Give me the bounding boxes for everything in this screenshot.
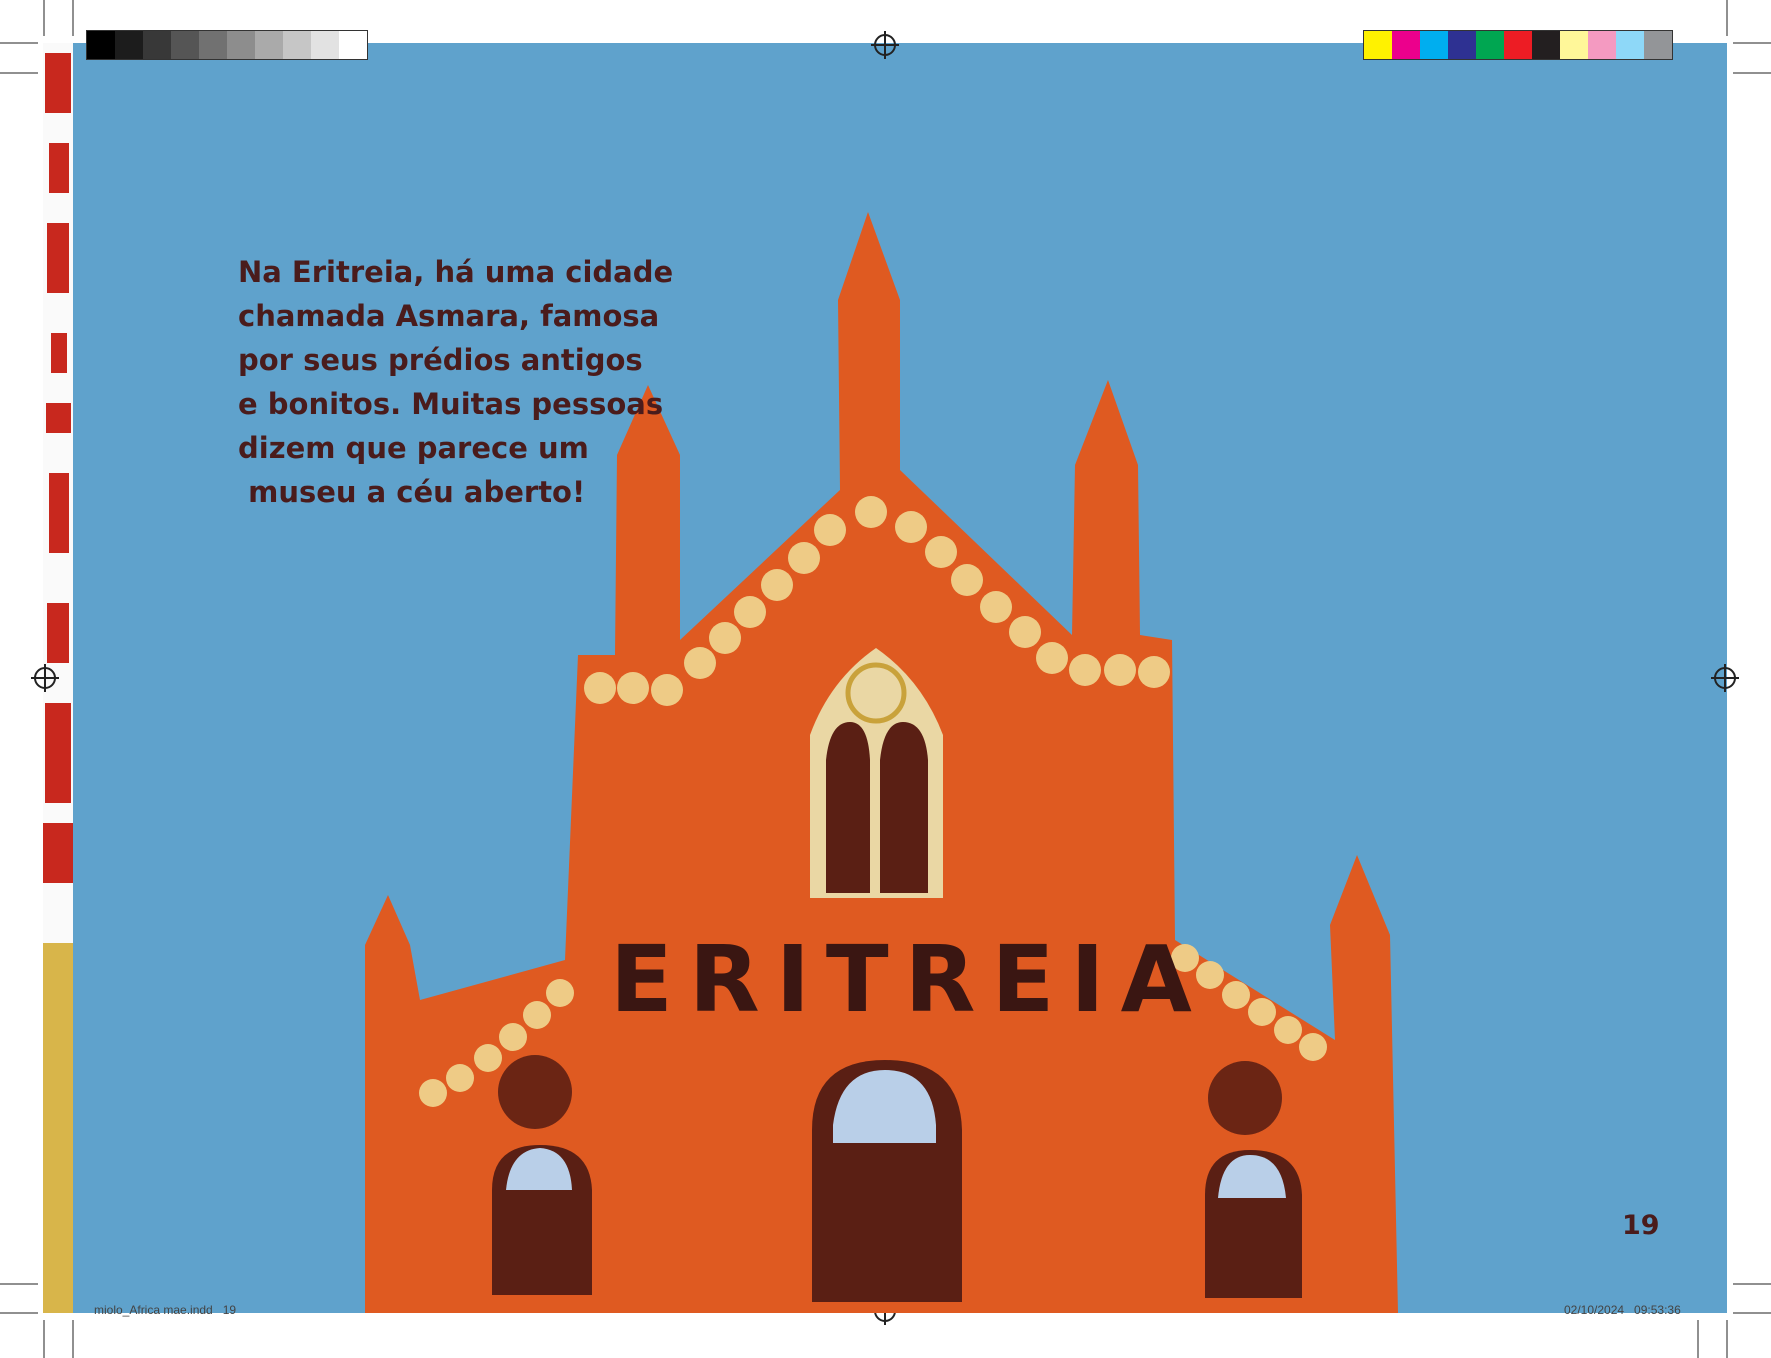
slug-timestamp: 02/10/2024 09:53:36 (1564, 1303, 1681, 1317)
story-line: museu a céu aberto! (238, 475, 586, 509)
story-line: chamada Asmara, famosa (238, 299, 660, 333)
story-line: Na Eritreia, há uma cidade (238, 255, 674, 289)
cathedral-illustration (365, 212, 1398, 1313)
story-text: Na Eritreia, há uma cidade chamada Asmar… (238, 250, 678, 514)
page-number: 19 (1622, 1210, 1660, 1241)
building-label: ERITREIA (610, 926, 1208, 1033)
slug-filename: miolo_Africa mae.indd 19 (94, 1303, 237, 1317)
story-line: e bonitos. Muitas pessoas (238, 387, 664, 421)
story-line: por seus prédios antigos (238, 343, 643, 377)
story-line: dizem que parece um (238, 431, 589, 465)
